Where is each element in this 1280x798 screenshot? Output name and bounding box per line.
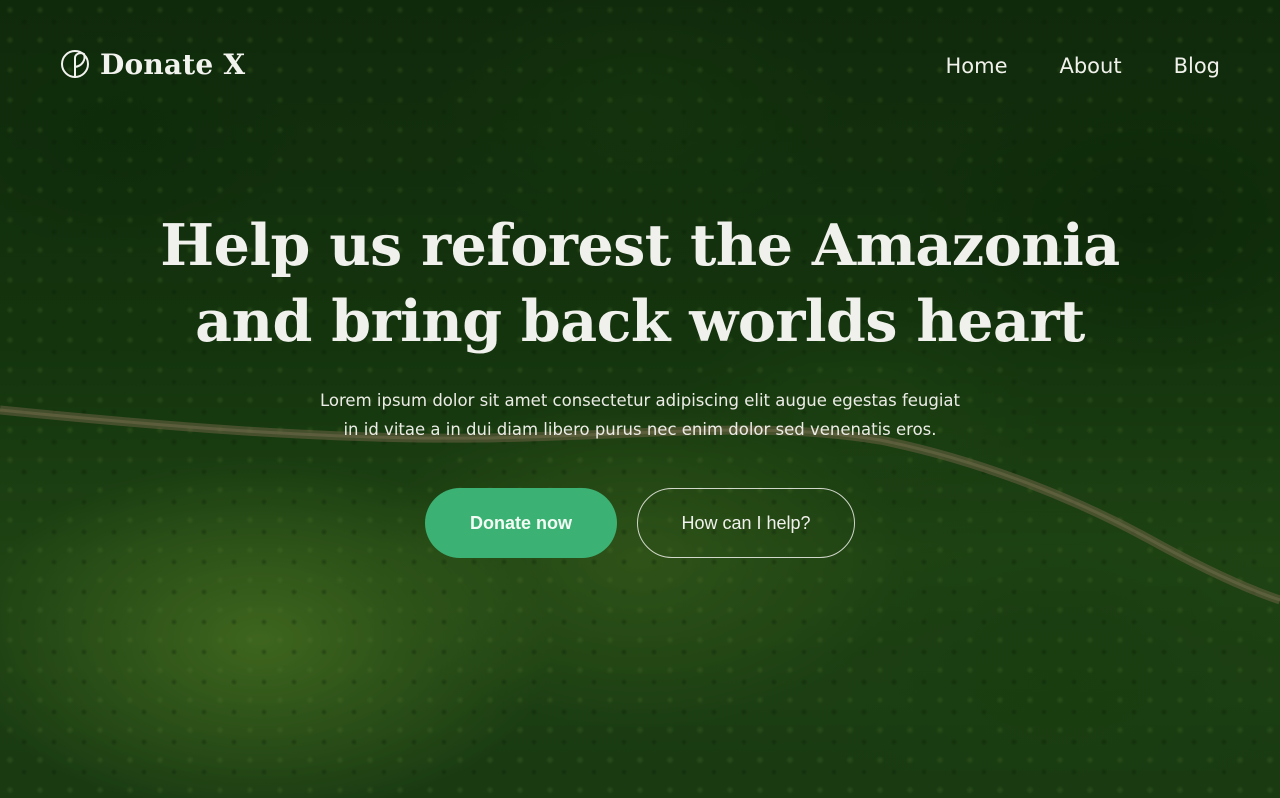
hero-headline: Help us reforest the Amazonia and bring … bbox=[0, 208, 1280, 360]
brand-name: Donate X bbox=[100, 47, 246, 81]
how-can-i-help-button[interactable]: How can I help? bbox=[637, 488, 855, 558]
top-navigation: Donate X Home About Blog bbox=[0, 0, 1280, 130]
hero-content: Help us reforest the Amazonia and bring … bbox=[0, 208, 1280, 444]
hero-subtext: Lorem ipsum dolor sit amet consectetur a… bbox=[0, 386, 1280, 444]
brand-logo[interactable]: Donate X bbox=[60, 48, 245, 81]
leaf-circle-icon bbox=[61, 50, 89, 78]
nav-item-blog[interactable]: Blog bbox=[1174, 54, 1220, 78]
headline-line-2: and bring back worlds heart bbox=[195, 288, 1085, 355]
hero-actions: Donate now How can I help? bbox=[0, 488, 1280, 558]
hero-section: Donate X Home About Blog Help us refores… bbox=[0, 0, 1280, 798]
subtext-line-1: Lorem ipsum dolor sit amet consectetur a… bbox=[320, 391, 960, 410]
nav-menu: Home About Blog bbox=[945, 54, 1220, 78]
subtext-line-2: in id vitae a in dui diam libero purus n… bbox=[343, 420, 937, 439]
nav-item-about[interactable]: About bbox=[1059, 54, 1121, 78]
nav-item-home[interactable]: Home bbox=[945, 54, 1007, 78]
donate-now-button[interactable]: Donate now bbox=[425, 488, 617, 558]
headline-line-1: Help us reforest the Amazonia bbox=[160, 212, 1120, 279]
